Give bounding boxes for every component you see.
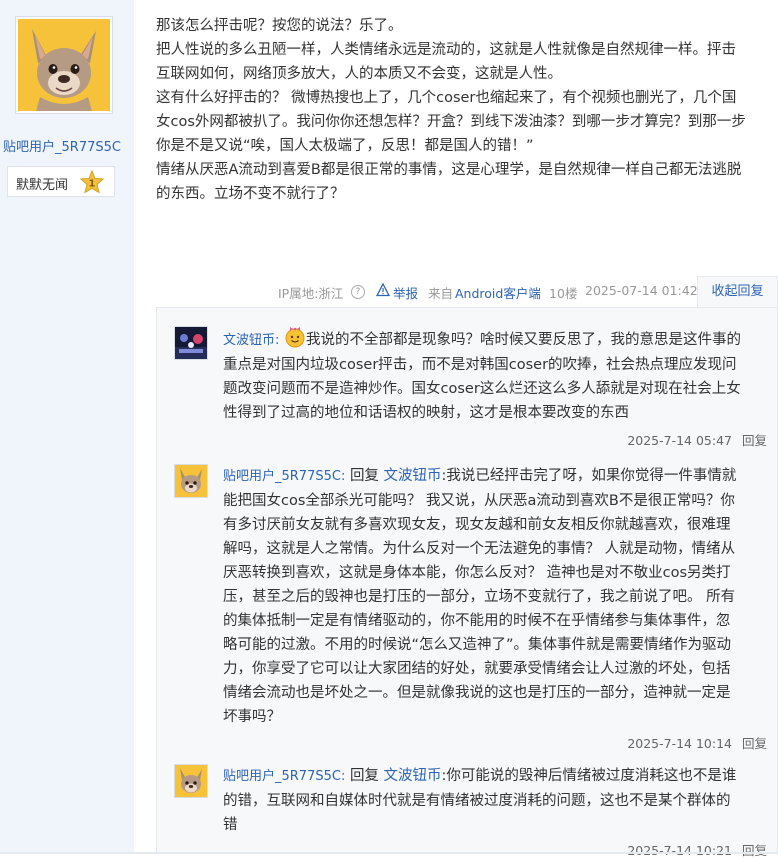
author-level-badge[interactable]: 默默无闻 1 bbox=[7, 166, 115, 197]
reply-body: 贴吧用户_5R77S5C: 回复 文波钮币:我说已经抨击完了呀，如果你觉得一件事… bbox=[223, 464, 773, 729]
post-meta: IP属地:浙江 ? 举报 来自 Android客户端 10楼 2025-07-1… bbox=[156, 282, 778, 302]
reply-text-line: 重点是对国内垃圾coser抨击，而不是对韩国coser的吹捧，社会热点理应发现问 bbox=[223, 357, 737, 373]
star-badge-icon: 1 bbox=[79, 169, 105, 194]
post-text-line: 你是不是又说“唉，国人太极端了，反思！都是国人的错！” bbox=[156, 138, 534, 154]
reply-button[interactable]: 回复 bbox=[742, 843, 767, 858]
post-text-line: 的东西。立场不变不就行了？ bbox=[156, 186, 345, 202]
post-text-line: 把人性说的多么丑陋一样，人类情绪永远是流动的，这就是人性就像是自然规律一样。抨击 bbox=[156, 42, 736, 58]
reply-text-line: 题改变问题而不是造神炒作。国女coser这么烂还这么多人舔就是对现在社会上女 bbox=[223, 381, 741, 397]
reply-text-line: :你可能说的毁神后情绪被过度消耗这也不是谁 bbox=[441, 768, 737, 784]
reply-footer: 2025-7-14 10:14 回复 bbox=[621, 733, 767, 752]
reply-username[interactable]: 贴吧用户_5R77S5C: bbox=[223, 469, 345, 484]
reply-time: 2025-7-14 10:21 bbox=[627, 843, 732, 858]
reply-body: 文波钮币: 我说的不全部都是现象吗？啥时候又要反思了，我的意思是这件事的 重点是… bbox=[223, 326, 773, 425]
reply-username[interactable]: 文波钮币: bbox=[223, 333, 279, 348]
french-bulldog-avatar-icon bbox=[18, 19, 110, 111]
reply-text-line: 我说的不全部都是现象吗？啥时候又要反思了，我的意思是这件事的 bbox=[306, 332, 741, 348]
author-username[interactable]: 贴吧用户_5R77S5C bbox=[0, 136, 124, 155]
post-text-line: 情绪从厌恶A流动到喜爱B都是很正常的事情，这是心理学，是自然规律一样自己都无法逃… bbox=[156, 162, 742, 178]
smiley-bow-emoji-icon bbox=[284, 326, 306, 348]
reply-text-line: 略可能的过激。不用的时候说“怎么又造神了”。集体事件就是需要情绪作为驱动 bbox=[223, 637, 732, 653]
reply-text-line: 力，你享受了它可以让大家团结的好处，就要承受情绪会让人过激的坏处，包括 bbox=[223, 661, 731, 677]
post-text-line: 那该怎么抨击呢？按您的说法？乐了。 bbox=[156, 18, 403, 34]
reply-footer: 2025-7-14 05:47 回复 bbox=[621, 430, 767, 449]
reply-time: 2025-7-14 05:47 bbox=[627, 433, 732, 448]
reply-target-user[interactable]: 文波钮币 bbox=[384, 468, 442, 484]
post-text-line: 女cos外网都被扒了。我问你你还想怎样？开盒？到线下泼油漆？到哪一步才算完？到那… bbox=[156, 114, 746, 130]
ip-location: IP属地:浙江 bbox=[278, 286, 344, 301]
post-text-line: 互联网如何，网络顶多放大，人的本质又不会变，这就是人性。 bbox=[156, 66, 562, 82]
author-sidebar: 贴吧用户_5R77S5C 默默无闻 1 bbox=[0, 0, 134, 854]
author-avatar[interactable] bbox=[15, 16, 113, 114]
post-text-line: 这有什么好抨击的？ 微博热搜也上了，几个coser也缩起来了，有个视频也删光了，… bbox=[156, 90, 737, 106]
reply-text-line: 的集体抵制一定是有情绪驱动的，你不能用的时候不在乎情绪参与集体事件，忽 bbox=[223, 613, 731, 629]
reply-text-line: :我说已经抨击完了呀，如果你觉得一件事情就 bbox=[441, 468, 737, 484]
warning-triangle-icon[interactable] bbox=[375, 282, 391, 297]
post-content: 那该怎么抨击呢？按您的说法？乐了。把人性说的多么丑陋一样，人类情绪永远是流动的，… bbox=[156, 14, 778, 206]
report-link[interactable]: 举报 bbox=[393, 283, 418, 302]
reply-target-user[interactable]: 文波钮币 bbox=[384, 768, 442, 784]
level-name: 默默无闻 bbox=[16, 178, 69, 193]
reply-avatar[interactable] bbox=[174, 764, 208, 798]
level-number: 1 bbox=[89, 179, 96, 190]
collapse-replies-button[interactable]: 收起回复 bbox=[697, 276, 778, 308]
reply-body: 贴吧用户_5R77S5C: 回复 文波钮币:你可能说的毁神后情绪被过度消耗这也不… bbox=[223, 764, 773, 837]
reply-text-line: 解吗，这就是人之常情。为什么反对一个无法避免的事情？ 人就是动物，情绪从 bbox=[223, 541, 736, 557]
reply-text-line: 错 bbox=[223, 817, 238, 833]
reply-avatar[interactable] bbox=[174, 326, 208, 360]
reply-avatar[interactable] bbox=[174, 464, 208, 498]
reply-word: 回复 bbox=[349, 768, 379, 784]
reply-text-line: 的错，互联网和自媒体时代就是有情绪被过度消耗的问题，这也不是某个群体的 bbox=[223, 793, 731, 809]
post-time: 2025-07-14 01:42 bbox=[585, 283, 698, 298]
from-prefix: 来自 bbox=[428, 286, 454, 301]
question-mark-icon[interactable]: ? bbox=[351, 285, 365, 299]
reply-text-line: 能把国女cos全部杀光可能吗？ 我又说，从厌恶a流动到喜欢B不是很正常吗？你 bbox=[223, 493, 735, 509]
reply-text-line: 压，甚至之后的毁神也是打压的一部分，立场不变就行了，我之前说了吧。 所有 bbox=[223, 589, 736, 605]
reply-footer: 2025-7-14 10:21 回复 bbox=[621, 840, 767, 859]
reply-list: 文波钮币: 我说的不全部都是现象吗？啥时候又要反思了，我的意思是这件事的 重点是… bbox=[156, 307, 778, 858]
reply-word: 回复 bbox=[349, 468, 379, 484]
reply-username[interactable]: 贴吧用户_5R77S5C: bbox=[223, 769, 345, 784]
reply-text-line: 性得到了过高的地位和话语权的映射，这才是根本要改变的东西 bbox=[223, 405, 629, 421]
reply-text-line: 坏事吗？ bbox=[223, 709, 281, 725]
client-link[interactable]: Android客户端 bbox=[455, 283, 541, 302]
reply-time: 2025-7-14 10:14 bbox=[627, 736, 732, 751]
reply-button[interactable]: 回复 bbox=[742, 433, 767, 448]
reply-text-line: 情绪会流动也是坏处之一。但是就像我说的这也是打压的一部分，造神就一定是 bbox=[223, 685, 731, 701]
floor-number: 10楼 bbox=[549, 286, 578, 301]
reply-button[interactable]: 回复 bbox=[742, 736, 767, 751]
reply-text-line: 有多讨厌前女友就有多喜欢现女友，现女友越和前女友相反你就越喜欢，很难理 bbox=[223, 517, 731, 533]
reply-text-line: 厌恶转换到喜欢，这就是身体本能，你怎么反对？ 造神也是对不敬业cos另类打 bbox=[223, 565, 731, 581]
